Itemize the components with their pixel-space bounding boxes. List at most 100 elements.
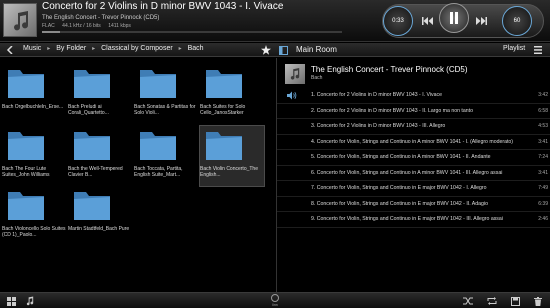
folder-item[interactable]: Bach Sonatas & Partitas for Solo Violi..… [134, 64, 198, 124]
track-length: 4:53 [538, 123, 548, 129]
previous-track-button[interactable] [420, 14, 436, 28]
now-playing-title: Concerto for 2 Violins in D minor BWV 10… [42, 1, 284, 12]
back-button[interactable] [5, 45, 15, 55]
folder-item[interactable]: Bach Preludi ai Corali_Quartetto... [68, 64, 132, 124]
speaker-icon [287, 91, 297, 100]
folder-label: Bach the Well-Tempered Clavier B... [68, 166, 123, 178]
track-progress-fill [42, 31, 60, 33]
panel-icon [278, 45, 288, 55]
track-name: 1. Concerto for 2 Violins in D minor BWV… [311, 92, 442, 98]
folder-item[interactable]: Bach The Four Lute Suites_John Williams [2, 126, 66, 186]
folder-label: Bach Suites for Solo Cello_JanosStarker [200, 104, 246, 116]
shuffle-button[interactable] [462, 296, 473, 306]
album-art-thumbnail[interactable] [3, 3, 37, 37]
volume-knob[interactable]: 60 [502, 6, 532, 36]
sample-rate-label: 44.1 kHz / 16 bits [62, 23, 101, 29]
save-playlist-button[interactable] [510, 296, 521, 306]
room-selector[interactable]: Main Room [296, 45, 337, 54]
track-row[interactable]: 1. Concerto for 2 Violins in D minor BWV… [277, 88, 550, 104]
track-name: 5. Concerto for Violin, Strings and Cont… [311, 154, 491, 160]
bottom-bar: linn [0, 292, 550, 308]
track-name: 3. Concerto for 2 Violins in D minor BWV… [311, 123, 446, 129]
track-name: 6. Concerto for Violin, Strings and Cont… [311, 169, 503, 176]
volume-value: 60 [513, 18, 521, 24]
star-icon [261, 45, 271, 55]
track-name: 7. Concerto for Violin, Strings and Cont… [311, 185, 487, 191]
track-row[interactable]: 8. Concerto for Violin, Strings and Cont… [277, 197, 550, 212]
linn-logo-ring [271, 294, 279, 302]
folder-icon [74, 192, 110, 220]
menu-icon [534, 46, 542, 54]
track-row[interactable]: 9. Concerto for Violin, Strings and Cont… [277, 212, 550, 228]
favorite-button[interactable] [260, 44, 272, 56]
breadcrumb-music[interactable]: Music [23, 45, 41, 52]
track-row[interactable]: 4. Concerto for Violin, Strings and Cont… [277, 135, 550, 150]
elapsed-time-knob[interactable]: 0:33 [383, 6, 413, 36]
folder-icon [140, 70, 176, 98]
breadcrumb-bach[interactable]: Bach [188, 45, 204, 52]
music-note-icon [290, 68, 300, 80]
breadcrumb-separator-icon: ▸ [92, 46, 96, 52]
folder-icon [140, 132, 176, 160]
folder-icon [74, 70, 110, 98]
breadcrumb-by-folder[interactable]: By Folder [56, 45, 86, 52]
delete-button[interactable] [532, 296, 543, 306]
folder-icon [206, 132, 242, 160]
breadcrumb-separator-icon: ▸ [47, 46, 51, 52]
track-row[interactable]: 6. Concerto for Violin, Strings and Cont… [277, 166, 550, 181]
track-length: 6:58 [538, 107, 548, 114]
breadcrumb-classical[interactable]: Classical by Composer [101, 45, 173, 52]
panel-toggle-button[interactable] [278, 44, 288, 56]
now-playing-subtitle: The English Concert - Trevor Pinnock (CD… [42, 15, 160, 21]
folder-item-selected[interactable]: Bach Violin Concerto_The English... [199, 125, 265, 187]
track-name: 2. Concerto for 2 Violins in D minor BWV… [311, 107, 473, 114]
folder-item[interactable]: Bach Violoncello Solo Suites (CD 1)_Paol… [2, 186, 66, 246]
folder-item[interactable]: Bach the Well-Tempered Clavier B... [68, 126, 132, 186]
track-row[interactable]: 3. Concerto for 2 Violins in D minor BWV… [277, 119, 550, 135]
track-length: 3:42 [538, 92, 548, 98]
repeat-button[interactable] [486, 296, 497, 306]
folder-icon [8, 132, 44, 160]
playlist-album-title: The English Concert - Trever Pinnock (CD… [311, 65, 468, 74]
next-icon [476, 17, 487, 25]
track-name: 4. Concerto for Violin, Strings and Cont… [311, 138, 514, 145]
track-length: 3:41 [538, 138, 548, 145]
folder-icon [206, 70, 242, 98]
folder-icon [8, 70, 44, 98]
library-button[interactable] [24, 296, 35, 306]
track-length: 7:49 [538, 185, 548, 191]
next-track-button[interactable] [473, 14, 489, 28]
linn-logo-text: linn [272, 303, 278, 307]
playlist-album-artist: Bach [311, 75, 323, 81]
folder-label: Bach Sonatas & Partitas for Solo Violi..… [134, 104, 196, 116]
shuffle-icon [462, 297, 473, 305]
track-length: 2:46 [538, 216, 548, 222]
folder-item[interactable]: Bach OrgelbuchleIn_Erse... [2, 64, 66, 124]
music-note-icon [14, 11, 29, 31]
track-list: 1. Concerto for 2 Violins in D minor BWV… [277, 88, 550, 228]
folder-item[interactable]: Bach Toccata, Partita, English Suite_Mar… [134, 126, 198, 186]
view-mode-button[interactable] [6, 296, 17, 306]
folder-icon [8, 192, 44, 220]
elapsed-time: 0:33 [392, 18, 404, 24]
track-row[interactable]: 5. Concerto for Violin, Strings and Cont… [277, 150, 550, 166]
track-length: 6:39 [538, 200, 548, 207]
folder-item[interactable]: Bach Suites for Solo Cello_JanosStarker [200, 64, 264, 124]
previous-icon [422, 17, 433, 25]
folder-label: Bach Preludi ai Corali_Quartetto... [68, 104, 109, 116]
track-row[interactable]: 7. Concerto for Violin, Strings and Cont… [277, 181, 550, 197]
folder-label: Bach OrgelbuchleIn_Erse... [2, 104, 64, 110]
repeat-icon [487, 297, 496, 305]
back-arrow-icon [6, 46, 13, 54]
track-progress-bar[interactable] [42, 31, 342, 33]
grid-icon [7, 296, 16, 306]
breadcrumb-separator-icon: ▸ [178, 46, 182, 52]
track-row[interactable]: 2. Concerto for 2 Violins in D minor BWV… [277, 104, 550, 119]
playlist-tab[interactable]: Playlist [503, 45, 525, 52]
pause-button[interactable] [439, 3, 469, 33]
playlist-menu-button[interactable] [533, 45, 543, 55]
folder-label: Bach Violin Concerto_The English... [200, 166, 258, 178]
folder-browser: Bach OrgelbuchleIn_Erse... Bach Preludi … [0, 58, 275, 292]
save-icon [511, 296, 520, 306]
folder-item[interactable]: Martin Stadtfeld_Bach Pure [68, 186, 132, 246]
